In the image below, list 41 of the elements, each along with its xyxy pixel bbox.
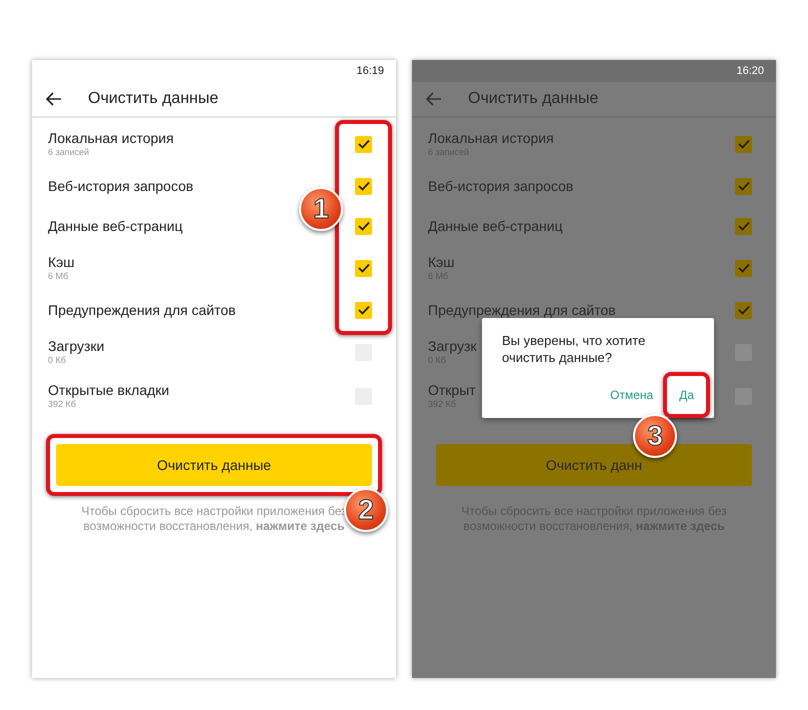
clear-data-button[interactable]: Очистить данные — [56, 444, 372, 486]
option-size: 6 записей — [48, 147, 90, 158]
clear-data-button[interactable]: Очистить данн — [436, 444, 752, 486]
step-number-badge: 1 — [299, 187, 343, 231]
checkbox[interactable] — [735, 260, 752, 276]
option-label: Загрузки — [48, 338, 104, 355]
confirm-button[interactable]: Да — [673, 382, 700, 408]
checkbox[interactable] — [735, 302, 752, 318]
dialog-message: Вы уверены, что хотите очистить данные? — [502, 332, 646, 366]
option-label: Данные веб-страниц — [48, 218, 183, 234]
option-label: Предупреждения для сайтов — [428, 302, 616, 318]
checkbox[interactable] — [355, 178, 372, 194]
option-label: Веб-история запросов — [428, 178, 574, 194]
status-time: 16:20 — [736, 64, 764, 79]
option-label: Предупреждения для сайтов — [48, 302, 236, 318]
option-label: Локальная история — [48, 130, 174, 147]
status-time: 16:19 — [356, 64, 384, 79]
checkbox[interactable] — [735, 136, 752, 152]
option-label: Локальная история — [428, 130, 554, 147]
option-label: Открыт — [428, 382, 476, 399]
screen-title: Очистить данные — [468, 89, 598, 109]
checkbox[interactable] — [355, 260, 372, 276]
option-label: Кэш — [48, 254, 75, 271]
option-label: Веб-история запросов — [48, 178, 194, 194]
step-number-badge: 2 — [344, 488, 388, 532]
checkbox[interactable] — [355, 218, 372, 234]
option-label: Открытые вкладки — [48, 382, 170, 399]
option-label: Загрузк — [428, 338, 477, 355]
option-size: 6 Мб — [48, 271, 70, 282]
option-label: Кэш — [428, 254, 455, 271]
cancel-button[interactable]: Отмена — [604, 382, 660, 408]
checkbox[interactable] — [355, 136, 372, 152]
option-label: Данные веб-страниц — [428, 218, 563, 234]
screen-title: Очистить данные — [88, 89, 218, 109]
highlight-frame — [663, 372, 710, 418]
option-size: 392 Кб — [48, 399, 77, 410]
back-arrow-icon[interactable] — [46, 92, 62, 106]
checkbox[interactable] — [355, 302, 372, 318]
checkbox[interactable] — [735, 178, 752, 194]
option-size: 0 Кб — [48, 355, 67, 366]
checkbox[interactable] — [735, 218, 752, 234]
